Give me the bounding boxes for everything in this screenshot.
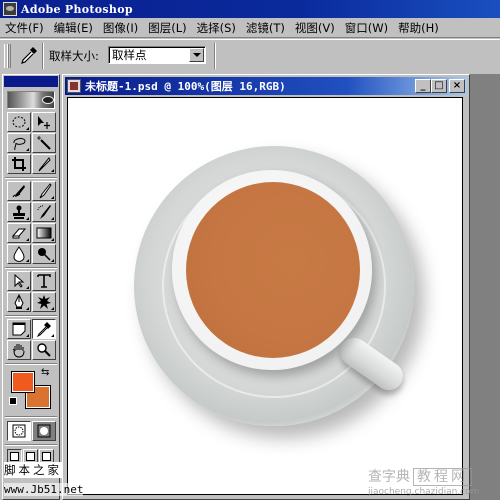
eyedropper-tool[interactable]: [32, 319, 56, 339]
hand-tool[interactable]: [7, 340, 31, 360]
drop-icon: [13, 246, 25, 262]
menu-edit[interactable]: 编辑(E): [49, 20, 98, 36]
gradient-icon: [36, 227, 52, 239]
history-brush-tool[interactable]: [32, 202, 56, 222]
eraser-tool[interactable]: [7, 223, 31, 243]
toolbox: ⇆: [2, 74, 60, 500]
clone-stamp-tool[interactable]: [7, 202, 31, 222]
eyedropper-icon[interactable]: [18, 44, 40, 66]
magnifier-icon: [37, 343, 51, 357]
dodge-icon: [38, 248, 51, 261]
psd-file-icon: [67, 79, 81, 93]
quick-mask-button[interactable]: [32, 421, 56, 441]
photoshop-app: Adobe Photoshop 文件(F) 编辑(E) 图像(I) 图层(L) …: [0, 0, 500, 500]
slice-tool[interactable]: [32, 154, 56, 174]
close-button[interactable]: ×: [449, 79, 465, 93]
slice-knife-icon: [38, 157, 51, 172]
eraser-icon: [11, 228, 27, 239]
magic-wand-icon: [37, 136, 51, 150]
full-screen-icon: [42, 452, 51, 461]
foreground-color-swatch[interactable]: [11, 371, 35, 393]
brush-tool[interactable]: [32, 181, 56, 201]
bandage-icon: [12, 185, 25, 198]
notes-tool[interactable]: [7, 319, 31, 339]
watermark-brand: 查字典 教程网: [368, 466, 472, 486]
lasso-icon: [13, 138, 26, 151]
document-title: 未标题-1.psd @ 100%(图层 16,RGB): [85, 80, 286, 93]
gradient-tool[interactable]: [32, 223, 56, 243]
options-bar: 取样大小: 取样点: [0, 39, 500, 70]
swap-colors-icon[interactable]: ⇆: [41, 368, 49, 378]
brush-icon: [39, 183, 52, 199]
options-bar-grip[interactable]: [4, 44, 11, 68]
watermark-brand-left: 查字典: [368, 469, 410, 485]
quick-mask-icon: [37, 424, 51, 438]
watermark-site-name: 脚本之家: [4, 462, 62, 478]
standard-mode-icon: [12, 424, 26, 438]
crop-icon: [12, 157, 26, 171]
menu-help[interactable]: 帮助(H): [393, 20, 444, 36]
default-colors-icon[interactable]: [9, 397, 20, 408]
pen-tool[interactable]: [7, 292, 31, 312]
note-icon: [12, 322, 26, 336]
sample-size-select[interactable]: 取样点: [108, 46, 206, 64]
starburst-icon: [37, 295, 51, 309]
watermark-site-url: www.Jb51.net: [4, 483, 84, 496]
app-title-bar: Adobe Photoshop: [0, 0, 500, 18]
color-swatches: ⇆: [7, 367, 55, 413]
crop-tool[interactable]: [7, 154, 31, 174]
magic-wand-tool[interactable]: [32, 133, 56, 153]
toolbox-title-bar[interactable]: [4, 76, 58, 87]
marquee-tool[interactable]: [7, 112, 31, 132]
document-canvas[interactable]: [67, 97, 463, 495]
type-t-icon: [37, 274, 51, 288]
sample-size-value: 取样点: [112, 48, 147, 62]
document-window: 未标题-1.psd @ 100%(图层 16,RGB) _ □ ×: [62, 74, 470, 500]
document-title-bar[interactable]: 未标题-1.psd @ 100%(图层 16,RGB) _ □ ×: [65, 77, 467, 95]
adobe-online-logo[interactable]: [7, 91, 55, 109]
options-separator: [214, 43, 216, 69]
arrow-select-icon: [14, 273, 25, 288]
path-selection-tool[interactable]: [7, 271, 31, 291]
photoshop-eye-icon: [3, 2, 17, 16]
menu-layer[interactable]: 图层(L): [143, 20, 191, 36]
lasso-tool[interactable]: [7, 133, 31, 153]
chevron-down-icon[interactable]: [189, 48, 204, 62]
menu-window[interactable]: 窗口(W): [340, 20, 393, 36]
teacup-image: [172, 170, 372, 370]
type-tool[interactable]: [32, 271, 56, 291]
minimize-button[interactable]: _: [415, 79, 431, 93]
healing-brush-tool[interactable]: [7, 181, 31, 201]
eyedropper-icon: [36, 322, 51, 337]
menu-bar: 文件(F) 编辑(E) 图像(I) 图层(L) 选择(S) 滤镜(T) 视图(V…: [0, 18, 500, 38]
sample-size-label: 取样大小:: [49, 49, 99, 63]
tea-surface: [186, 182, 360, 358]
menu-image[interactable]: 图像(I): [98, 20, 143, 36]
stamp-icon: [13, 205, 25, 219]
maximize-button[interactable]: □: [431, 79, 447, 93]
full-screen-menu-icon: [26, 452, 35, 461]
zoom-tool[interactable]: [32, 340, 56, 360]
blur-tool[interactable]: [7, 244, 31, 264]
history-brush-icon: [37, 205, 51, 219]
menu-file[interactable]: 文件(F): [0, 20, 49, 36]
watermark-brand-url: jiaocheng.chazidian.com: [368, 487, 480, 497]
options-separator: [42, 43, 44, 69]
move-tool[interactable]: [32, 112, 56, 132]
standard-screen-icon: [10, 452, 19, 461]
app-title: Adobe Photoshop: [21, 2, 133, 16]
menu-view[interactable]: 视图(V): [290, 20, 340, 36]
menu-filter[interactable]: 滤镜(T): [241, 20, 290, 36]
pen-nib-icon: [14, 294, 24, 309]
shape-tool[interactable]: [32, 292, 56, 312]
dotted-ellipse-icon: [12, 116, 26, 128]
hand-icon: [12, 344, 25, 358]
watermark-brand-box: 教程网: [413, 468, 472, 486]
menu-select[interactable]: 选择(S): [192, 20, 241, 36]
standard-mode-button[interactable]: [7, 421, 31, 441]
workspace-background: [470, 74, 500, 500]
move-arrow-icon: [38, 116, 50, 129]
dodge-tool[interactable]: [32, 244, 56, 264]
